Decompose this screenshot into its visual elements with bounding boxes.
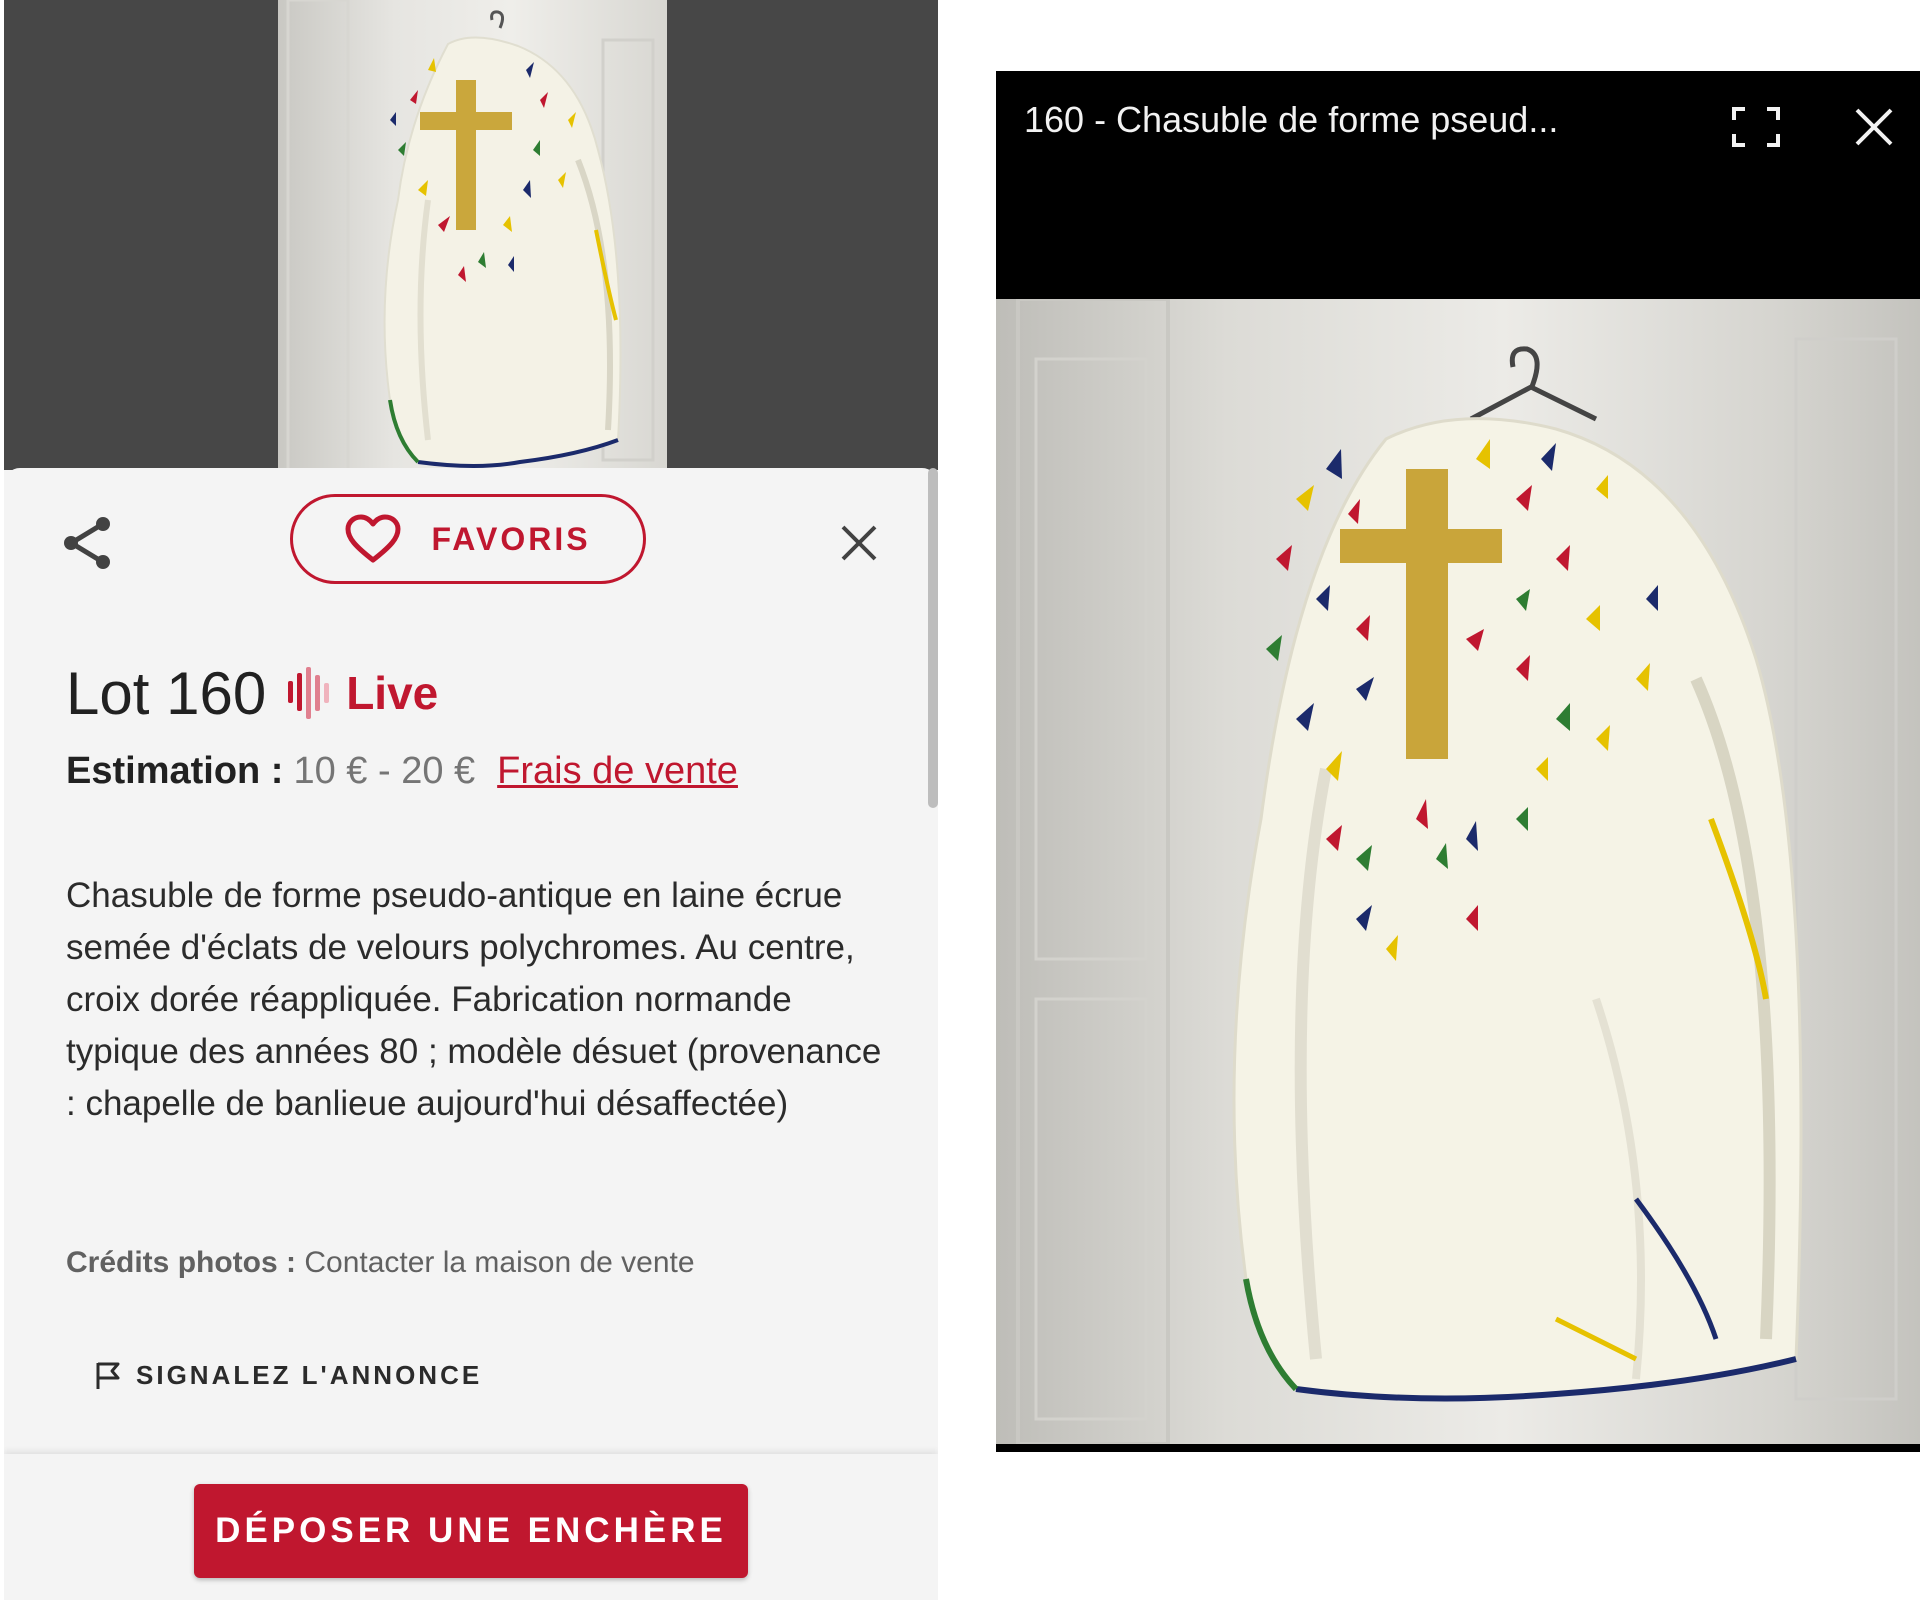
fullscreen-icon xyxy=(1732,107,1780,147)
favorite-label: FAVORIS xyxy=(431,520,591,557)
lot-description: Chasuble de forme pseudo-antique en lain… xyxy=(66,876,882,1123)
viewer-close-button[interactable] xyxy=(1844,97,1904,157)
chasuble-large-image xyxy=(1016,299,1898,1444)
sound-wave-icon xyxy=(288,667,330,719)
credits-value: Contacter la maison de vente xyxy=(304,1246,695,1279)
lot-photo-large[interactable] xyxy=(996,299,1920,1444)
report-label: SIGNALEZ L'ANNONCE xyxy=(136,1360,483,1390)
estimation-label: Estimation : xyxy=(66,750,284,792)
lot-title: Lot 160 xyxy=(66,659,267,727)
bottom-action-bar: DÉPOSER UNE ENCHÈRE xyxy=(4,1454,938,1600)
scrollbar[interactable] xyxy=(928,468,938,808)
image-viewer: 160 - Chasuble de forme pseud... xyxy=(996,71,1920,1452)
close-icon xyxy=(1855,108,1893,146)
report-listing-button[interactable]: SIGNALEZ L'ANNONCE xyxy=(94,1360,482,1391)
details-sheet: FAVORIS Lot 160 Live Estimation: 10 € -… xyxy=(4,468,938,1600)
favorite-button[interactable]: FAVORIS xyxy=(290,494,646,584)
viewer-header: 160 - Chasuble de forme pseud... xyxy=(996,71,1920,299)
credits-label: Crédits photos : xyxy=(66,1246,296,1279)
fullscreen-button[interactable] xyxy=(1726,97,1786,157)
live-indicator: Live xyxy=(286,665,438,721)
close-icon xyxy=(841,525,877,561)
share-button[interactable] xyxy=(52,508,122,578)
viewer-title: 160 - Chasuble de forme pseud... xyxy=(1024,99,1559,140)
lot-photo-thumbnail[interactable] xyxy=(278,0,667,470)
close-button[interactable] xyxy=(824,508,894,578)
flag-icon xyxy=(96,1362,120,1389)
estimation: Estimation : 10 € - 20 € Frais de vente xyxy=(66,750,738,793)
photo-area xyxy=(4,0,938,470)
fees-link[interactable]: Frais de vente xyxy=(497,750,738,793)
live-label: Live xyxy=(346,667,439,719)
estimation-value: 10 € - 20 € xyxy=(293,750,476,792)
chasuble-thumbnail-image xyxy=(286,0,655,470)
share-icon xyxy=(64,517,110,569)
place-bid-button[interactable]: DÉPOSER UNE ENCHÈRE xyxy=(194,1484,748,1578)
listing-screen: FAVORIS Lot 160 Live Estimation: 10 € -… xyxy=(4,0,938,1600)
lot-header: Lot 160 Live xyxy=(66,658,438,728)
photo-credits: Crédits photos : Contacter la maison de … xyxy=(66,1246,695,1280)
heart-icon xyxy=(345,514,401,563)
